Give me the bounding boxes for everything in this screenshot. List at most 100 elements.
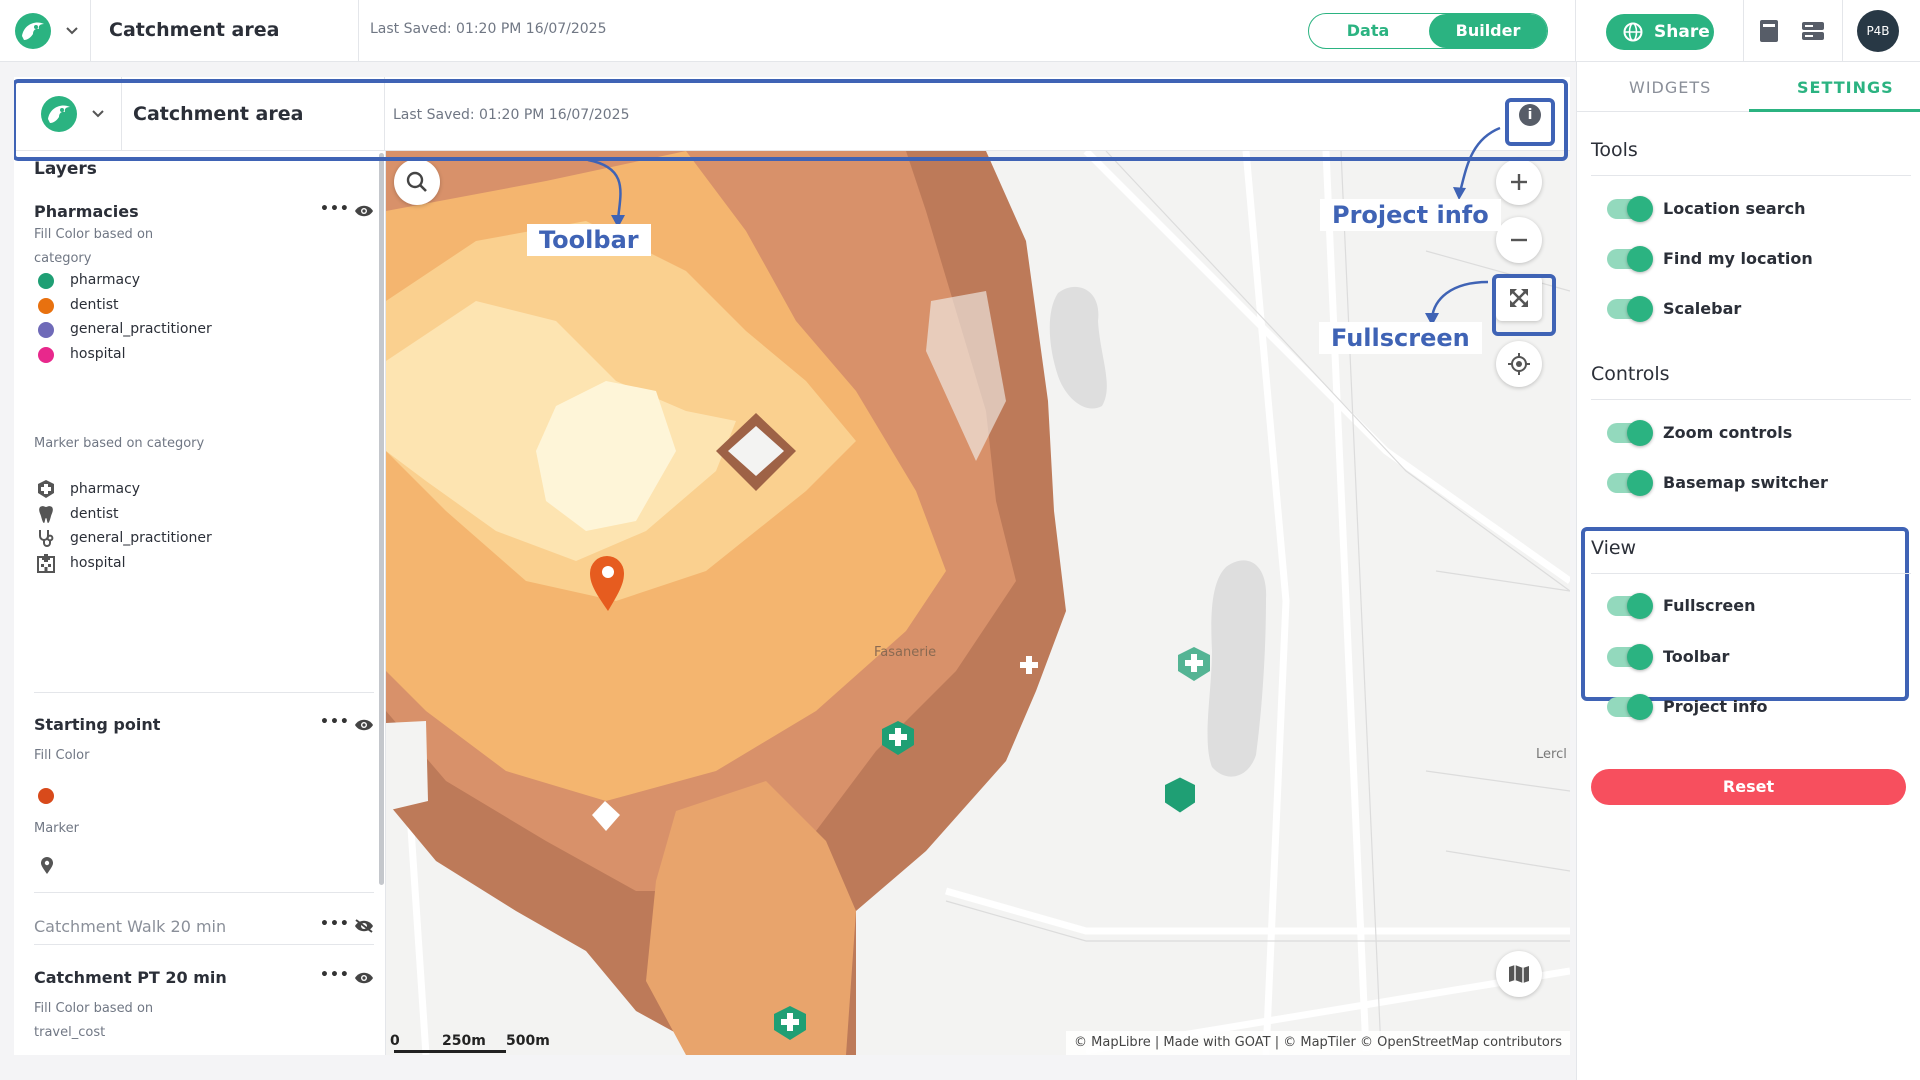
eye-icon[interactable]: [354, 718, 374, 732]
toolbar-annotation-label: Toolbar: [527, 224, 651, 256]
legend-item-label: hospital: [70, 554, 126, 571]
divider: [1591, 573, 1911, 574]
legend-item-label: pharmacy: [70, 481, 141, 497]
chevron-down-icon[interactable]: [64, 22, 80, 38]
toggle-switch[interactable]: [1607, 420, 1653, 446]
color-swatch: [38, 346, 54, 363]
layers-stack-icon[interactable]: [1801, 21, 1825, 41]
scale-bar-line: [394, 1050, 506, 1053]
toggle-switch[interactable]: [1607, 593, 1653, 619]
settings-tabs: WIDGETS SETTINGS: [1577, 62, 1920, 112]
stethoscope-icon: [39, 530, 54, 547]
tooth-icon: [39, 505, 53, 523]
toggle-knob: [1627, 470, 1653, 496]
data-mode-button[interactable]: Data: [1309, 14, 1427, 48]
more-options-icon[interactable]: •••: [320, 714, 350, 730]
toggle-switch[interactable]: [1607, 643, 1653, 670]
eye-off-icon[interactable]: [354, 919, 374, 933]
tab-settings[interactable]: SETTINGS: [1797, 78, 1894, 97]
scale-label-250: 250m: [442, 1033, 486, 1049]
divider: [1575, 0, 1576, 62]
toolbar-highlight-box: [14, 79, 1568, 161]
toggle-label: Project info: [1663, 697, 1768, 716]
more-options-icon[interactable]: •••: [320, 916, 350, 932]
eye-icon[interactable]: [354, 971, 374, 985]
divider: [1591, 399, 1911, 400]
zoom-out-button[interactable]: [1496, 217, 1542, 263]
basemap-switcher-button[interactable]: [1496, 951, 1542, 997]
layers-scrollbar[interactable]: [379, 153, 384, 885]
mode-toggle: Data Builder: [1308, 13, 1548, 49]
more-options-icon[interactable]: •••: [320, 967, 350, 983]
crosshair-icon: [1508, 353, 1530, 375]
share-label: Share: [1654, 22, 1710, 42]
goat-logo-icon[interactable]: [14, 12, 52, 50]
map[interactable]: Fasanerie Lercl 0 250m 500m © MapLibre |…: [386, 151, 1570, 1055]
reset-button[interactable]: Reset: [1591, 769, 1906, 805]
color-swatch: [38, 297, 54, 314]
eye-icon[interactable]: [354, 204, 374, 218]
location-search-button[interactable]: [394, 159, 440, 205]
book-icon[interactable]: [1758, 19, 1780, 43]
tab-widgets[interactable]: WIDGETS: [1629, 78, 1711, 97]
map-attribution[interactable]: © MapLibre | Made with GOAT | © MapTiler…: [1066, 1031, 1570, 1055]
share-button[interactable]: Share: [1606, 14, 1714, 50]
app-bar: Catchment area Last Saved: 01:20 PM 16/0…: [0, 0, 1920, 62]
more-options-icon[interactable]: •••: [320, 201, 350, 217]
layer-name-catchment-walk[interactable]: Catchment Walk 20 min: [34, 917, 226, 936]
last-saved-text: Last Saved: 01:20 PM 16/07/2025: [370, 21, 607, 37]
legend-item-label: general_practitioner: [70, 530, 212, 546]
basemap: [386, 151, 1570, 1055]
divider: [1743, 0, 1744, 62]
find-my-location-button[interactable]: [1496, 341, 1542, 387]
layers-heading: Layers: [34, 159, 97, 179]
scale-label-0: 0: [390, 1033, 400, 1049]
legend-item-label: general_practitioner: [70, 321, 212, 337]
toggle-label: Location search: [1663, 199, 1806, 218]
divider: [34, 692, 374, 693]
layer-name-starting-point[interactable]: Starting point: [34, 715, 160, 734]
minus-icon: [1511, 238, 1527, 242]
toggle-label: Basemap switcher: [1663, 473, 1828, 492]
divider: [34, 892, 374, 893]
toggle-knob: [1627, 296, 1653, 322]
toggle-label: Zoom controls: [1663, 423, 1793, 442]
toggle-switch[interactable]: [1607, 246, 1653, 272]
project-title[interactable]: Catchment area: [109, 19, 279, 41]
toggle-knob: [1627, 420, 1653, 446]
starting-point-fill-label: Fill Color: [34, 748, 90, 763]
toggle-label: Find my location: [1663, 249, 1813, 268]
controls-section-title: Controls: [1591, 363, 1670, 385]
toggle-switch[interactable]: [1607, 196, 1653, 222]
active-tab-indicator: [1749, 109, 1920, 112]
color-swatch: [38, 273, 54, 289]
toggle-knob: [1627, 694, 1653, 720]
divider: [1591, 175, 1911, 176]
search-icon: [406, 171, 427, 192]
zoom-in-button[interactable]: [1496, 159, 1542, 205]
toggle-switch[interactable]: [1607, 694, 1653, 720]
user-avatar[interactable]: P4B: [1857, 10, 1899, 52]
layer-name-pharmacies[interactable]: Pharmacies: [34, 202, 139, 221]
divider: [90, 0, 91, 62]
toggle-switch[interactable]: [1607, 296, 1653, 322]
legend-item-label: hospital: [70, 345, 126, 362]
scale-label-500: 500m: [506, 1033, 550, 1049]
starting-point-marker-label: Marker: [34, 821, 79, 836]
map-pin-icon: [41, 857, 53, 874]
project-info-annotation-label: Project info: [1320, 199, 1501, 231]
toggle-switch[interactable]: [1607, 470, 1653, 496]
layer-name-catchment-pt[interactable]: Catchment PT 20 min: [34, 968, 227, 987]
fullscreen-highlight-box: [1492, 274, 1556, 336]
divider: [358, 0, 359, 62]
builder-mode-button[interactable]: Builder: [1429, 14, 1547, 48]
tools-section-title: Tools: [1591, 139, 1638, 161]
view-section-title: View: [1591, 537, 1637, 559]
settings-panel: WIDGETS SETTINGS Tools Controls View Res…: [1576, 62, 1920, 1080]
fullscreen-annotation-label: Fullscreen: [1319, 322, 1482, 354]
toggle-knob: [1627, 196, 1653, 222]
pharmacies-fill-label: Fill Color based on category: [34, 227, 154, 266]
divider: [34, 944, 374, 945]
toggle-label: Fullscreen: [1663, 596, 1756, 615]
toggle-label: Scalebar: [1663, 299, 1742, 318]
